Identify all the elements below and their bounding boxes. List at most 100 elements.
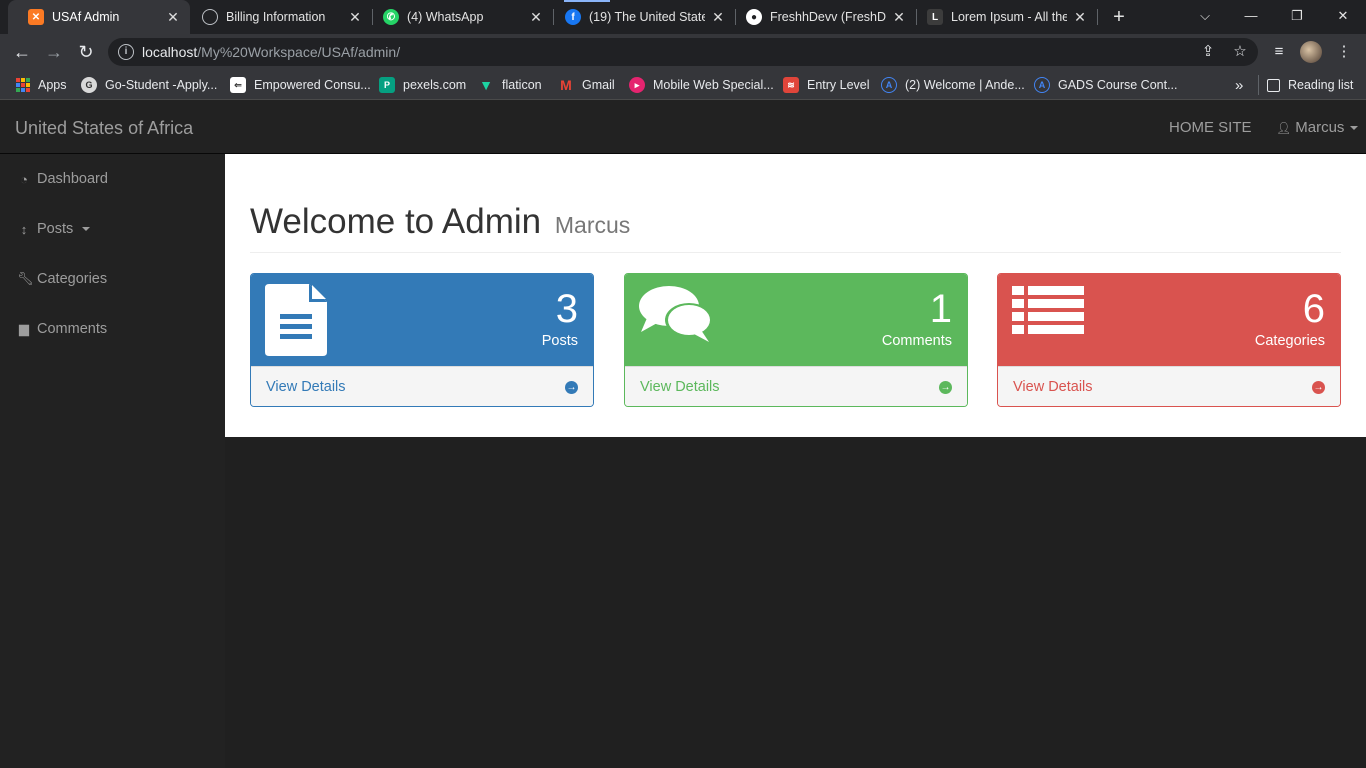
tab-title: (4) WhatsApp bbox=[407, 10, 484, 24]
reading-list-icon bbox=[1267, 78, 1280, 92]
reading-list-label: Reading list bbox=[1288, 78, 1354, 92]
sidebar: ◔ Dashboard ↕ Posts 🔧︎ Categories ▆ Comm… bbox=[0, 154, 225, 768]
bookmark-flaticon[interactable]: ▼ flaticon bbox=[478, 70, 542, 100]
tab-facebook[interactable]: f (19) The United State ✕ bbox=[545, 0, 735, 34]
bookmark-apps[interactable]: Apps bbox=[16, 70, 67, 100]
bookmark-label: Mobile Web Special... bbox=[653, 78, 774, 92]
restore-icon[interactable]: ❐ bbox=[1274, 0, 1320, 34]
tab-github[interactable]: ● FreshhDevv (FreshDev ✕ bbox=[726, 0, 916, 34]
more-bookmarks-button[interactable]: » bbox=[1235, 70, 1243, 100]
close-icon[interactable]: ✕ bbox=[166, 9, 180, 26]
new-tab-icon[interactable]: + bbox=[1109, 6, 1129, 28]
comments-view-details-link[interactable]: View Details → bbox=[625, 366, 967, 406]
user-dropdown[interactable]: 👤︎ Marcus bbox=[1276, 119, 1359, 136]
tab-search-icon[interactable]: ⌵ bbox=[1182, 0, 1228, 34]
gmail-icon: M bbox=[560, 77, 572, 93]
admin-navbar: United States of Africa HOME SITE 👤︎ Mar… bbox=[0, 100, 1366, 154]
bookmark-empowered[interactable]: ⇐ Empowered Consu... bbox=[230, 70, 371, 100]
bookmark-gmail[interactable]: M Gmail bbox=[558, 70, 615, 100]
page-header: Welcome to Admin Marcus bbox=[250, 202, 1341, 253]
close-icon[interactable]: ✕ bbox=[348, 9, 362, 26]
xampp-icon: ✕ bbox=[28, 9, 44, 25]
url-path: /My%20Workspace/USAf/admin/ bbox=[197, 44, 401, 60]
view-details-label: View Details bbox=[266, 379, 346, 395]
back-icon[interactable]: ← bbox=[10, 40, 34, 64]
bookmark-star-icon[interactable]: ☆ bbox=[1230, 42, 1250, 62]
arrow-circle-right-icon: → bbox=[1312, 381, 1325, 394]
tab-title: USAf Admin bbox=[52, 10, 120, 24]
site-info-icon[interactable]: i bbox=[118, 44, 134, 60]
posts-view-details-link[interactable]: View Details → bbox=[251, 366, 593, 406]
menu-kebab-icon[interactable]: ⋮ bbox=[1334, 42, 1354, 62]
go-student-icon: G bbox=[81, 77, 97, 93]
categories-count: 6 bbox=[1302, 287, 1325, 331]
share-icon[interactable]: ⇪ bbox=[1198, 42, 1218, 62]
tab-usaf-admin[interactable]: ✕ USAf Admin ✕ bbox=[8, 0, 190, 34]
avatar[interactable] bbox=[1300, 41, 1322, 63]
categories-view-details-link[interactable]: View Details → bbox=[998, 366, 1340, 406]
list-icon bbox=[1012, 286, 1084, 334]
posts-count: 3 bbox=[555, 287, 578, 331]
apps-grid-icon bbox=[16, 78, 30, 92]
url-text: localhost/My%20Workspace/USAf/admin/ bbox=[142, 44, 400, 60]
bookmark-label: Empowered Consu... bbox=[254, 78, 371, 92]
facebook-icon: f bbox=[565, 9, 581, 25]
reload-icon[interactable]: ↻ bbox=[74, 40, 98, 64]
bookmark-label: Go-Student -Apply... bbox=[105, 78, 218, 92]
close-icon[interactable]: ✕ bbox=[892, 9, 906, 26]
page-title-user: Marcus bbox=[554, 212, 631, 238]
bookmark-mobile-web[interactable]: ▸ Mobile Web Special... bbox=[629, 70, 774, 100]
sidebar-item-posts[interactable]: ↕ Posts bbox=[0, 204, 225, 254]
tab-title: Billing Information bbox=[226, 10, 326, 24]
tab-lorem-ipsum[interactable]: L Lorem Ipsum - All the ✕ bbox=[907, 0, 1097, 34]
tab-whatsapp[interactable]: ✆ (4) WhatsApp ✕ bbox=[363, 0, 553, 34]
more-bookmarks-label: » bbox=[1235, 76, 1244, 94]
tab-title: (19) The United State bbox=[589, 10, 705, 24]
file-text-icon bbox=[265, 284, 327, 356]
bookmark-entry-level[interactable]: ≋ Entry Level bbox=[783, 70, 870, 100]
page-wrapper: Welcome to Admin Marcus 3 Posts View Det… bbox=[225, 154, 1366, 437]
globe-icon bbox=[202, 9, 218, 25]
forward-icon[interactable]: → bbox=[42, 40, 66, 64]
bookmark-label: Apps bbox=[38, 78, 67, 92]
bookmark-label: GADS Course Cont... bbox=[1058, 78, 1178, 92]
sidebar-item-dashboard[interactable]: ◔ Dashboard bbox=[0, 154, 225, 204]
bookmarks-bar: Apps G Go-Student -Apply... ⇐ Empowered … bbox=[0, 70, 1366, 100]
brand-link[interactable]: United States of Africa bbox=[15, 118, 193, 139]
bookmark-label: (2) Welcome | Ande... bbox=[905, 78, 1025, 92]
page-title: Welcome to Admin Marcus bbox=[250, 202, 1341, 242]
address-bar[interactable]: i localhost/My%20Workspace/USAf/admin/ ⇪… bbox=[108, 38, 1258, 66]
home-site-link[interactable]: HOME SITE bbox=[1169, 119, 1252, 136]
minimize-icon[interactable]: — bbox=[1228, 0, 1274, 34]
panel-heading: 6 Categories bbox=[998, 274, 1340, 366]
close-icon[interactable]: ✕ bbox=[1073, 9, 1087, 26]
bookmark-label: Entry Level bbox=[807, 78, 870, 92]
close-icon[interactable]: ✕ bbox=[711, 9, 725, 26]
pexels-icon: P bbox=[379, 77, 395, 93]
bookmark-gads[interactable]: A GADS Course Cont... bbox=[1034, 70, 1178, 100]
sidebar-item-label: Posts bbox=[37, 221, 74, 237]
reading-list-button[interactable]: Reading list bbox=[1258, 75, 1353, 95]
dashboard-icon: ◔ bbox=[20, 171, 28, 187]
bookmark-go-student[interactable]: G Go-Student -Apply... bbox=[81, 70, 217, 100]
bookmark-andela[interactable]: A (2) Welcome | Ande... bbox=[881, 70, 1025, 100]
arrow-circle-right-icon: → bbox=[565, 381, 578, 394]
comments-panel: 1 Comments View Details → bbox=[624, 273, 968, 407]
browser-toolbar: ← → ↻ i localhost/My%20Workspace/USAf/ad… bbox=[0, 34, 1366, 70]
sidebar-item-label: Comments bbox=[37, 321, 108, 337]
media-control-icon[interactable]: ≡ bbox=[1269, 42, 1289, 62]
tab-billing-information[interactable]: Billing Information ✕ bbox=[182, 0, 372, 34]
bookmark-pexels[interactable]: P pexels.com bbox=[379, 70, 466, 100]
file-icon: ▆ bbox=[19, 321, 29, 336]
bookmark-label: pexels.com bbox=[403, 78, 467, 92]
tab-title: Lorem Ipsum - All the bbox=[951, 10, 1067, 24]
sidebar-item-comments[interactable]: ▆ Comments bbox=[0, 304, 225, 354]
categories-label: Categories bbox=[1254, 333, 1325, 349]
sidebar-item-label: Categories bbox=[37, 271, 108, 287]
comments-icon bbox=[639, 286, 713, 342]
sidebar-item-categories[interactable]: 🔧︎ Categories bbox=[0, 254, 225, 304]
close-icon[interactable]: ✕ bbox=[529, 9, 543, 26]
categories-panel: 6 Categories View Details → bbox=[997, 273, 1341, 407]
window-close-icon[interactable]: ✕ bbox=[1320, 0, 1366, 34]
wrench-icon: 🔧︎ bbox=[17, 271, 34, 286]
